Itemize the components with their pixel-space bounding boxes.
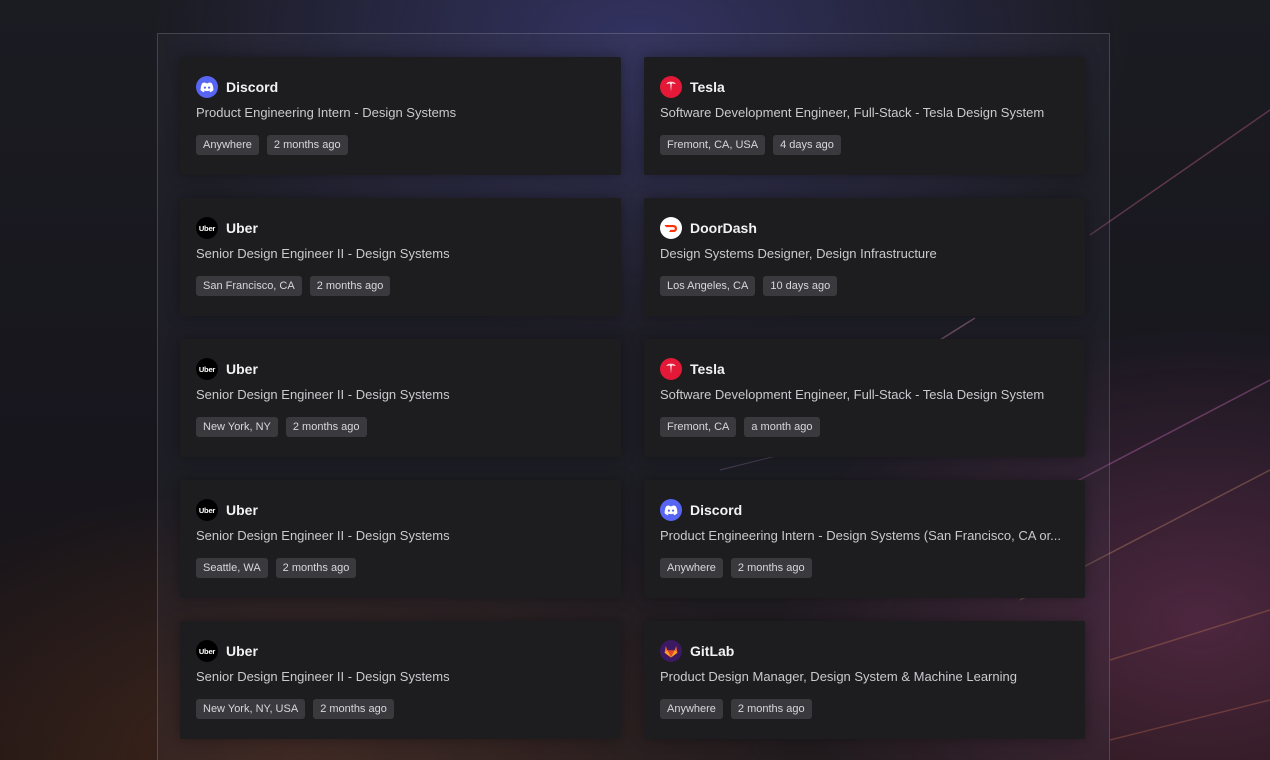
job-card[interactable]: Tesla Software Development Engineer, Ful… [644, 57, 1085, 175]
company-name: Uber [226, 502, 258, 518]
company-name: Tesla [690, 79, 725, 95]
posted-date-tag: 2 months ago [266, 135, 348, 155]
location-tag: Seattle, WA [196, 558, 268, 578]
location-tag: Fremont, CA, USA [660, 135, 766, 155]
job-card[interactable]: Uber Uber Senior Design Engineer II - De… [180, 339, 621, 457]
job-card[interactable]: GitLab Product Design Manager, Design Sy… [644, 621, 1085, 739]
posted-date-tag: a month ago [744, 417, 820, 437]
discord-logo-icon [660, 499, 682, 521]
posted-date-tag: 4 days ago [773, 135, 841, 155]
posted-date-tag: 10 days ago [763, 276, 838, 296]
uber-logo-icon: Uber [196, 640, 218, 662]
job-card[interactable]: Uber Uber Senior Design Engineer II - De… [180, 621, 621, 739]
job-title: Senior Design Engineer II - Design Syste… [196, 528, 450, 543]
location-tag: Anywhere [660, 699, 723, 719]
company-name: Uber [226, 361, 258, 377]
job-tags: Anywhere 2 months ago [196, 135, 605, 155]
job-title: Software Development Engineer, Full-Stac… [660, 387, 1045, 402]
uber-logo-icon: Uber [196, 217, 218, 239]
uber-logo-icon: Uber [196, 358, 218, 380]
job-tags: Fremont, CA a month ago [660, 417, 1069, 437]
job-list: Discord Product Engineering Intern - Des… [180, 57, 1086, 739]
job-card[interactable]: Discord Product Engineering Intern - Des… [180, 57, 621, 175]
job-tags: Anywhere 2 months ago [660, 699, 1069, 719]
posted-date-tag: 2 months ago [309, 276, 391, 296]
job-tags: Fremont, CA, USA 4 days ago [660, 135, 1069, 155]
company-name: Uber [226, 220, 258, 236]
location-tag: New York, NY, USA [196, 699, 306, 719]
company-name: DoorDash [690, 220, 757, 236]
job-card-header: Uber Uber [196, 499, 605, 521]
job-title: Product Design Manager, Design System & … [660, 669, 1017, 684]
posted-date-tag: 2 months ago [275, 558, 357, 578]
job-card-header: Discord [660, 499, 1069, 521]
posted-date-tag: 2 months ago [313, 699, 394, 719]
location-tag: Anywhere [660, 558, 723, 578]
discord-logo-icon [196, 76, 218, 98]
job-card-header: Uber Uber [196, 358, 605, 380]
job-card[interactable]: Uber Uber Senior Design Engineer II - De… [180, 198, 621, 316]
location-tag: Fremont, CA [660, 417, 737, 437]
job-card[interactable]: Uber Uber Senior Design Engineer II - De… [180, 480, 621, 598]
job-tags: Seattle, WA 2 months ago [196, 558, 605, 578]
tesla-logo-icon [660, 358, 682, 380]
job-card-header: DoorDash [660, 217, 1069, 239]
company-name: Discord [690, 502, 743, 518]
company-name: Uber [226, 643, 258, 659]
job-card-header: Uber Uber [196, 640, 605, 662]
doordash-logo-icon [660, 217, 682, 239]
job-title: Product Engineering Intern - Design Syst… [196, 105, 457, 120]
job-tags: San Francisco, CA 2 months ago [196, 276, 605, 296]
location-tag: San Francisco, CA [196, 276, 302, 296]
posted-date-tag: 2 months ago [730, 558, 812, 578]
uber-logo-icon: Uber [196, 499, 218, 521]
gitlab-logo-icon [660, 640, 682, 662]
job-title: Senior Design Engineer II - Design Syste… [196, 246, 450, 261]
job-card-header: Tesla [660, 76, 1069, 98]
job-card-header: Tesla [660, 358, 1069, 380]
location-tag: Anywhere [196, 135, 259, 155]
location-tag: New York, NY [196, 417, 278, 437]
job-title: Senior Design Engineer II - Design Syste… [196, 669, 450, 684]
company-name: GitLab [690, 643, 735, 659]
job-card[interactable]: Tesla Software Development Engineer, Ful… [644, 339, 1085, 457]
job-tags: Los Angeles, CA 10 days ago [660, 276, 1069, 296]
posted-date-tag: 2 months ago [285, 417, 367, 437]
job-tags: Anywhere 2 months ago [660, 558, 1069, 578]
company-name: Discord [226, 79, 279, 95]
job-card-header: Discord [196, 76, 605, 98]
tesla-logo-icon [660, 76, 682, 98]
job-tags: New York, NY, USA 2 months ago [196, 699, 605, 719]
job-tags: New York, NY 2 months ago [196, 417, 605, 437]
location-tag: Los Angeles, CA [660, 276, 756, 296]
job-title: Software Development Engineer, Full-Stac… [660, 105, 1045, 120]
job-title: Product Engineering Intern - Design Syst… [660, 528, 1062, 543]
job-card-header: Uber Uber [196, 217, 605, 239]
job-title: Senior Design Engineer II - Design Syste… [196, 387, 450, 402]
job-title: Design Systems Designer, Design Infrastr… [660, 246, 937, 261]
posted-date-tag: 2 months ago [730, 699, 812, 719]
company-name: Tesla [690, 361, 725, 377]
job-card[interactable]: Discord Product Engineering Intern - Des… [644, 480, 1085, 598]
job-card-header: GitLab [660, 640, 1069, 662]
job-card[interactable]: DoorDash Design Systems Designer, Design… [644, 198, 1085, 316]
